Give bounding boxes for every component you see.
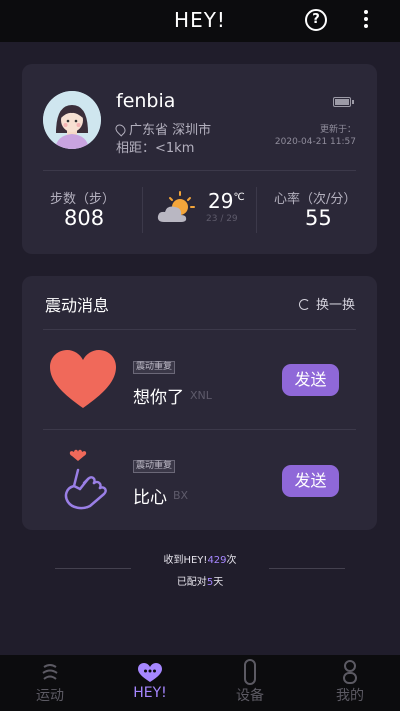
profile-icon xyxy=(343,660,357,684)
vibration-messages-card: 震动消息 换一换 震动重复 想你了 XNL 发送 震动重复 比心 BX 发送 xyxy=(22,276,377,530)
paired-days-text: 已配对5天 xyxy=(0,573,400,588)
partner-distance: 相距：<1km xyxy=(116,141,195,156)
nav-label: 我的 xyxy=(336,688,364,704)
app-title: HEY! xyxy=(174,8,226,32)
location-text: 广东省 深圳市 xyxy=(129,123,212,138)
more-options-icon[interactable] xyxy=(362,10,370,30)
nav-tab-device[interactable]: 设备 xyxy=(200,655,300,711)
vibration-tag: 震动重复 xyxy=(133,361,176,374)
band-icon xyxy=(244,659,256,685)
finger-heart-icon xyxy=(64,449,107,510)
nav-tab-hey[interactable]: HEY! xyxy=(100,655,200,711)
temperature: 29℃ xyxy=(208,189,245,213)
message-code: BX xyxy=(173,489,189,502)
vibration-tag: 震动重复 xyxy=(133,460,176,473)
heart-rate-label: 心率（次/分） xyxy=(274,192,357,207)
temperature-range: 23 / 29 xyxy=(206,214,238,224)
divider xyxy=(43,170,356,171)
divider xyxy=(256,187,257,233)
nav-label: 设备 xyxy=(236,688,264,704)
divider xyxy=(142,187,143,233)
paired-prefix: 已配对 xyxy=(176,577,207,588)
help-icon[interactable]: ? xyxy=(305,9,327,31)
nav-label: 运动 xyxy=(36,688,64,704)
battery-icon xyxy=(333,97,354,107)
received-count-text: 收到HEY!429次 xyxy=(0,551,400,566)
location-pin-icon xyxy=(113,122,128,137)
message-text: 比心 xyxy=(133,488,167,508)
heart-icon xyxy=(50,350,116,408)
divider xyxy=(43,329,356,330)
bottom-nav: 运动 HEY! 设备 我的 xyxy=(0,655,400,711)
temperature-unit: ℃ xyxy=(233,192,245,203)
top-bar: HEY! ? xyxy=(0,0,400,42)
message-text: 想你了 xyxy=(133,388,184,408)
message-code: XNL xyxy=(190,389,212,402)
divider xyxy=(43,429,356,430)
nav-tab-activity[interactable]: 运动 xyxy=(0,655,100,711)
hey-chat-icon xyxy=(138,663,162,682)
divider xyxy=(55,568,131,569)
nav-tab-me[interactable]: 我的 xyxy=(300,655,400,711)
temperature-value: 29 xyxy=(208,189,234,213)
section-title: 震动消息 xyxy=(45,296,110,315)
partner-location: 广东省 深圳市 xyxy=(113,119,212,138)
nav-label: HEY! xyxy=(133,685,167,701)
updated-time: 2020-04-21 11:57 xyxy=(274,137,356,147)
partner-status-card: fenbia 广东省 深圳市 相距：<1km 更新于： 2020-04-21 1… xyxy=(22,64,377,254)
paired-suffix: 天 xyxy=(213,577,224,588)
send-button[interactable]: 发送 xyxy=(282,364,339,396)
partner-name: fenbia xyxy=(116,90,176,112)
received-suffix: 次 xyxy=(226,555,237,566)
received-prefix: 收到HEY! xyxy=(163,555,208,566)
activity-icon xyxy=(42,664,58,680)
heart-rate-value: 55 xyxy=(305,206,332,230)
avatar[interactable] xyxy=(43,91,101,149)
partly-cloudy-icon xyxy=(157,191,195,222)
received-count: 429 xyxy=(207,555,227,566)
send-button[interactable]: 发送 xyxy=(282,465,339,497)
updated-label: 更新于： xyxy=(319,125,356,135)
refresh-button[interactable]: 换一换 xyxy=(298,294,355,313)
refresh-icon xyxy=(298,299,310,310)
refresh-label: 换一换 xyxy=(315,298,355,313)
steps-value: 808 xyxy=(64,206,105,230)
divider xyxy=(269,568,345,569)
steps-label: 步数（步） xyxy=(50,192,116,207)
